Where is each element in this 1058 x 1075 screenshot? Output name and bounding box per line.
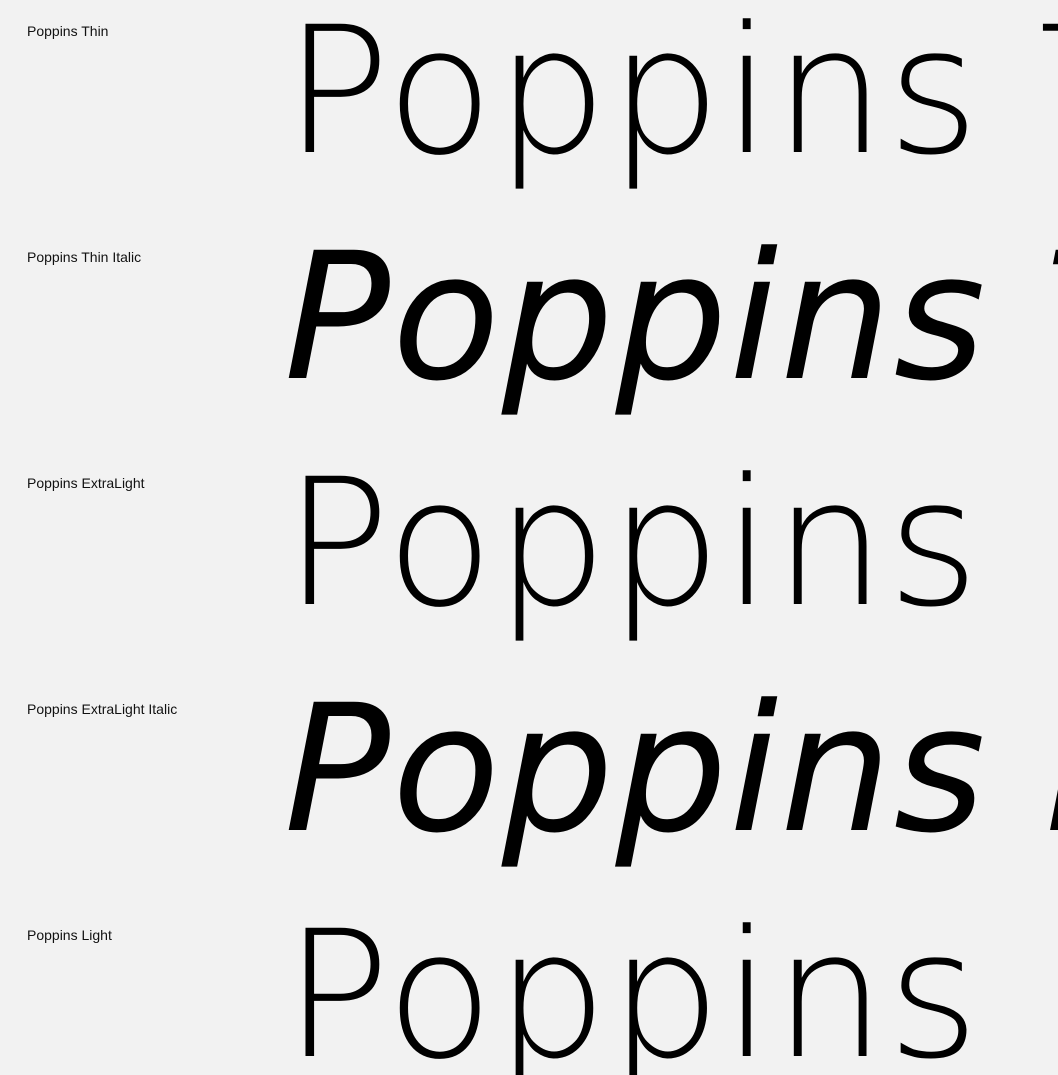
style-label: Poppins ExtraLight — [27, 475, 145, 491]
specimen-row-light: Poppins Light Poppins Light — [0, 904, 1058, 1075]
specimen-row-thin: Poppins Thin Poppins Thin — [0, 0, 1058, 226]
style-label: Poppins ExtraLight Italic — [27, 701, 178, 717]
style-label: Poppins Thin Italic — [27, 249, 142, 265]
specimen-row-extralight: Poppins ExtraLight Poppins ExtraLight — [0, 452, 1058, 678]
type-sample: Poppins ExtraLight Italic — [284, 678, 1058, 872]
type-sample: Poppins Thin — [284, 0, 1058, 194]
type-sample: Poppins Thin Italic — [284, 226, 1058, 420]
specimen-row-thin-italic: Poppins Thin Italic Poppins Thin Italic — [0, 226, 1058, 452]
type-sample: Poppins Light — [284, 904, 1058, 1075]
specimen-row-extralight-italic: Poppins ExtraLight Italic Poppins ExtraL… — [0, 678, 1058, 904]
style-label: Poppins Light — [27, 927, 112, 943]
style-label: Poppins Thin — [27, 23, 109, 39]
type-sample: Poppins ExtraLight — [284, 452, 1058, 646]
